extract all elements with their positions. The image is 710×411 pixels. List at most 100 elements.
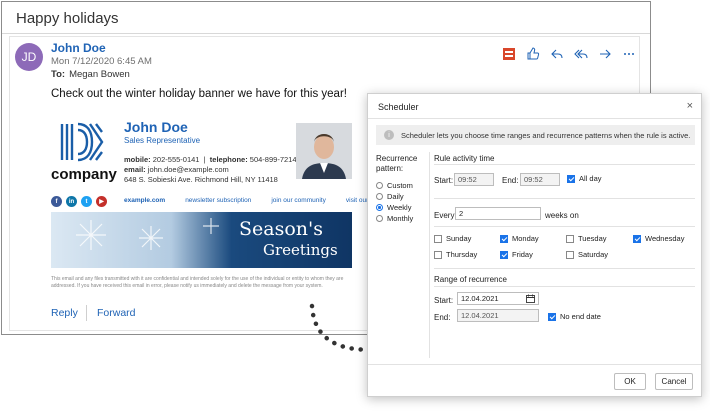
radio-monthly[interactable]: Monthly [376,213,413,224]
recurrence-label: Recurrence pattern: [376,154,418,173]
telephone-label: telephone: [209,155,248,164]
end-time-input[interactable]: 09:52 [520,173,560,186]
day-checkbox-sunday[interactable]: Sunday [434,234,471,243]
no-end-date-checkbox[interactable]: No end date [548,312,601,321]
radio-custom[interactable]: Custom [376,180,413,191]
calendar-icon[interactable] [526,294,535,303]
holiday-banner: Season's Greetings [51,212,352,268]
checkbox-box [548,312,556,321]
day-checkbox-monday[interactable]: Monday [500,234,539,243]
range-section-title: Range of recurrence [434,275,507,284]
signature-link[interactable]: newsletter subscription [185,197,251,204]
day-checkbox-tuesday[interactable]: Tuesday [566,234,607,243]
email-address[interactable]: john.doe@example.com [148,165,229,174]
header-divider [368,118,701,119]
message-date: Mon 7/12/2020 6:45 AM [51,56,152,67]
banner-title: Season's [239,218,323,240]
signature-disclaimer: This email and any files transmitted wit… [51,276,344,289]
like-icon[interactable] [521,46,545,62]
checkbox-label: Sunday [446,234,472,243]
ok-button[interactable]: OK [614,373,646,390]
radio-circle [376,182,383,189]
checkbox-label: Saturday [578,250,609,259]
radio-circle [376,204,383,211]
message-toolbar [497,46,641,62]
section-divider [434,164,695,165]
twitter-icon[interactable]: t [81,196,92,207]
info-banner: i Scheduler lets you choose time ranges … [376,125,695,145]
column-divider [429,152,430,358]
checkbox-label: Friday [512,250,533,259]
range-start-input[interactable]: 12.04.2021 [457,292,539,305]
every-label: Every [434,211,455,220]
forward-button[interactable]: Forward [97,307,136,319]
checkbox-box [500,234,508,243]
social-icons: f in t ▶ [51,196,107,207]
email-body-text: Check out the winter holiday banner we h… [51,88,347,100]
subject-divider [2,33,650,34]
day-checkbox-wednesday[interactable]: Wednesday [633,234,684,243]
office-app-icon[interactable] [497,46,521,62]
more-icon[interactable] [617,46,641,62]
email-label: email: [124,165,146,174]
radio-label: Monthly [387,214,414,223]
all-day-checkbox[interactable]: All day [567,174,602,183]
weeks-on-label: weeks on [545,211,579,220]
signature-company: company [51,166,117,183]
company-logo [60,122,104,167]
range-end-label: End: [434,313,451,322]
reply-icon[interactable] [545,46,569,62]
section-divider [434,198,695,199]
radio-weekly[interactable]: Weekly [376,202,413,213]
signature-name: John Doe [124,119,188,135]
mobile-number: 202-555-0141 [152,155,200,164]
checkbox-box [434,250,442,259]
forward-icon[interactable] [593,46,617,62]
checkbox-label: Thursday [446,250,478,259]
telephone-number: 504-899-7214 [249,155,297,164]
every-input[interactable]: 2 [455,207,541,220]
recipient-name[interactable]: Megan Bowen [69,69,130,80]
checkbox-label: Monday [512,234,539,243]
section-divider [434,226,695,227]
checkbox-box [567,174,575,183]
range-end-input[interactable]: 12.04.2021 [457,309,539,322]
recurrence-options: Custom Daily Weekly Monthly [376,180,413,224]
reply-button[interactable]: Reply [51,307,78,319]
signature-link[interactable]: join our community [271,197,326,204]
facebook-icon[interactable]: f [51,196,62,207]
checkbox-box [500,250,508,259]
start-time-label: Start: [434,176,454,185]
radio-label: Daily [387,192,404,201]
signature-link[interactable]: example.com [124,197,165,204]
cancel-button[interactable]: Cancel [655,373,693,390]
signature-contact: mobile: 202-555-0141 | telephone: 504-89… [124,155,297,184]
end-time-label: End: [502,176,519,185]
to-label: To: [51,69,66,80]
sender-name[interactable]: John Doe [51,41,106,55]
start-time-input[interactable]: 09:52 [454,173,494,186]
signature-links: example.com newsletter subscription join… [124,197,385,204]
info-text: Scheduler lets you choose time ranges an… [401,130,691,140]
screenshot-stage: Happy holidays JD John Doe Mon 7/12/2020… [0,0,710,411]
day-checkbox-thursday[interactable]: Thursday [434,250,477,259]
dialog-title: Scheduler [378,102,419,112]
day-checkbox-saturday[interactable]: Saturday [566,250,608,259]
avatar[interactable]: JD [15,43,43,71]
section-divider [434,268,695,269]
radio-daily[interactable]: Daily [376,191,413,202]
close-icon[interactable]: × [687,100,693,112]
checkbox-box [566,234,574,243]
banner-subtitle: Greetings [263,241,338,259]
checkbox-box [566,250,574,259]
signature-title: Sales Representative [124,136,201,145]
youtube-icon[interactable]: ▶ [96,196,107,207]
day-checkbox-friday[interactable]: Friday [500,250,533,259]
email-subject: Happy holidays [16,10,119,27]
button-divider [86,305,87,321]
reply-all-icon[interactable] [569,46,593,62]
range-start-label: Start: [434,296,454,305]
checkbox-label: Wednesday [645,234,685,243]
info-icon: i [384,130,394,140]
linkedin-icon[interactable]: in [66,196,77,207]
